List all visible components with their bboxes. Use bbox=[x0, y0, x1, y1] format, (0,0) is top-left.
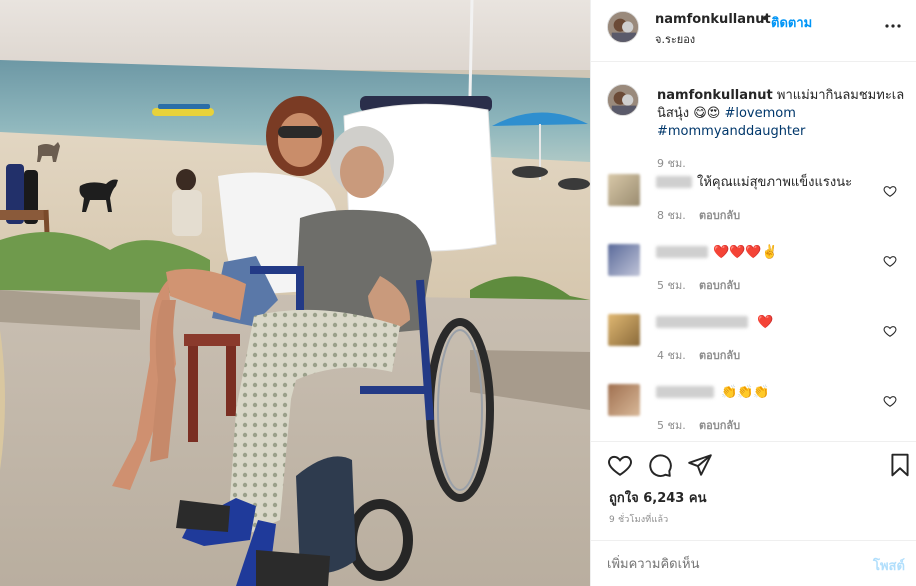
comment-item: ❤️❤️❤️✌️ 5 ชม. ตอบกลับ bbox=[591, 244, 916, 314]
comment-timestamp: 5 ชม. bbox=[657, 279, 686, 292]
bookmark-icon[interactable] bbox=[887, 452, 913, 478]
caption-username[interactable]: namfonkullanut bbox=[657, 88, 773, 103]
commenter-username-blurred[interactable] bbox=[656, 316, 748, 328]
commenter-avatar[interactable] bbox=[608, 384, 640, 416]
location-link[interactable]: จ.ระยอง bbox=[655, 30, 695, 48]
hashtag-lovemom[interactable]: #lovemom bbox=[724, 106, 795, 121]
post-side-panel: namfonkullanut • ติดตาม จ.ระยอง namfonku… bbox=[590, 0, 916, 586]
comment-item: ให้คุณแม่สุขภาพแข็งแรงนะ 8 ชม. ตอบกลับ bbox=[591, 174, 916, 244]
heart-outline-icon[interactable] bbox=[607, 452, 633, 478]
comment-heart-icon[interactable] bbox=[883, 324, 897, 338]
comment-heart-icon[interactable] bbox=[883, 254, 897, 268]
comment-text: ❤️ bbox=[757, 315, 774, 330]
add-comment-bar: โพสต์ bbox=[591, 540, 916, 586]
comment-heart-icon[interactable] bbox=[883, 184, 897, 198]
follow-button[interactable]: ติดตาม bbox=[771, 12, 812, 33]
more-options-icon[interactable] bbox=[881, 14, 905, 38]
author-username[interactable]: namfonkullanut bbox=[655, 12, 771, 27]
caption-timestamp: 9 ชม. bbox=[657, 157, 686, 170]
beach-scene-image bbox=[0, 0, 590, 586]
comment-text: ให้คุณแม่สุขภาพแข็งแรงนะ bbox=[697, 175, 853, 190]
comment-text: ❤️❤️❤️✌️ bbox=[713, 245, 778, 260]
author-avatar[interactable] bbox=[607, 11, 639, 43]
post-header: namfonkullanut • ติดตาม จ.ระยอง bbox=[591, 0, 916, 62]
commenter-avatar[interactable] bbox=[608, 314, 640, 346]
reply-button[interactable]: ตอบกลับ bbox=[699, 346, 740, 364]
paper-plane-icon[interactable] bbox=[687, 452, 713, 478]
post-timestamp: 9 ชั่วโมงที่แล้ว bbox=[609, 515, 669, 525]
reply-button[interactable]: ตอบกลับ bbox=[699, 206, 740, 224]
commenter-username-blurred[interactable] bbox=[656, 386, 714, 398]
post-photo[interactable] bbox=[0, 0, 590, 586]
comment-timestamp: 5 ชม. bbox=[657, 419, 686, 432]
comment-timestamp: 4 ชม. bbox=[657, 349, 686, 362]
post-comment-button[interactable]: โพสต์ bbox=[873, 555, 905, 576]
comment-heart-icon[interactable] bbox=[883, 394, 897, 408]
commenter-avatar[interactable] bbox=[608, 174, 640, 206]
reply-button[interactable]: ตอบกลับ bbox=[699, 276, 740, 294]
comment-timestamp: 8 ชม. bbox=[657, 209, 686, 222]
separator-dot: • bbox=[761, 12, 769, 27]
comment-item: ❤️ 4 ชม. ตอบกลับ bbox=[591, 314, 916, 384]
speech-bubble-icon[interactable] bbox=[647, 452, 673, 478]
post-action-bar bbox=[591, 441, 916, 489]
reply-button[interactable]: ตอบกลับ bbox=[699, 416, 740, 434]
caption-text-block: namfonkullanut พาแม่มากินลมชมทะเลนิสนุ๋ง… bbox=[657, 87, 907, 141]
comment-input[interactable] bbox=[607, 555, 837, 573]
commenter-username-blurred[interactable] bbox=[656, 176, 692, 188]
hashtag-mommyanddaughter[interactable]: #mommyanddaughter bbox=[657, 123, 907, 141]
like-count[interactable]: ถูกใจ 6,243 คน bbox=[609, 487, 706, 508]
comment-text: 👏👏👏 bbox=[721, 385, 770, 400]
caption-author-avatar[interactable] bbox=[607, 84, 639, 116]
commenter-username-blurred[interactable] bbox=[656, 246, 708, 258]
commenter-avatar[interactable] bbox=[608, 244, 640, 276]
